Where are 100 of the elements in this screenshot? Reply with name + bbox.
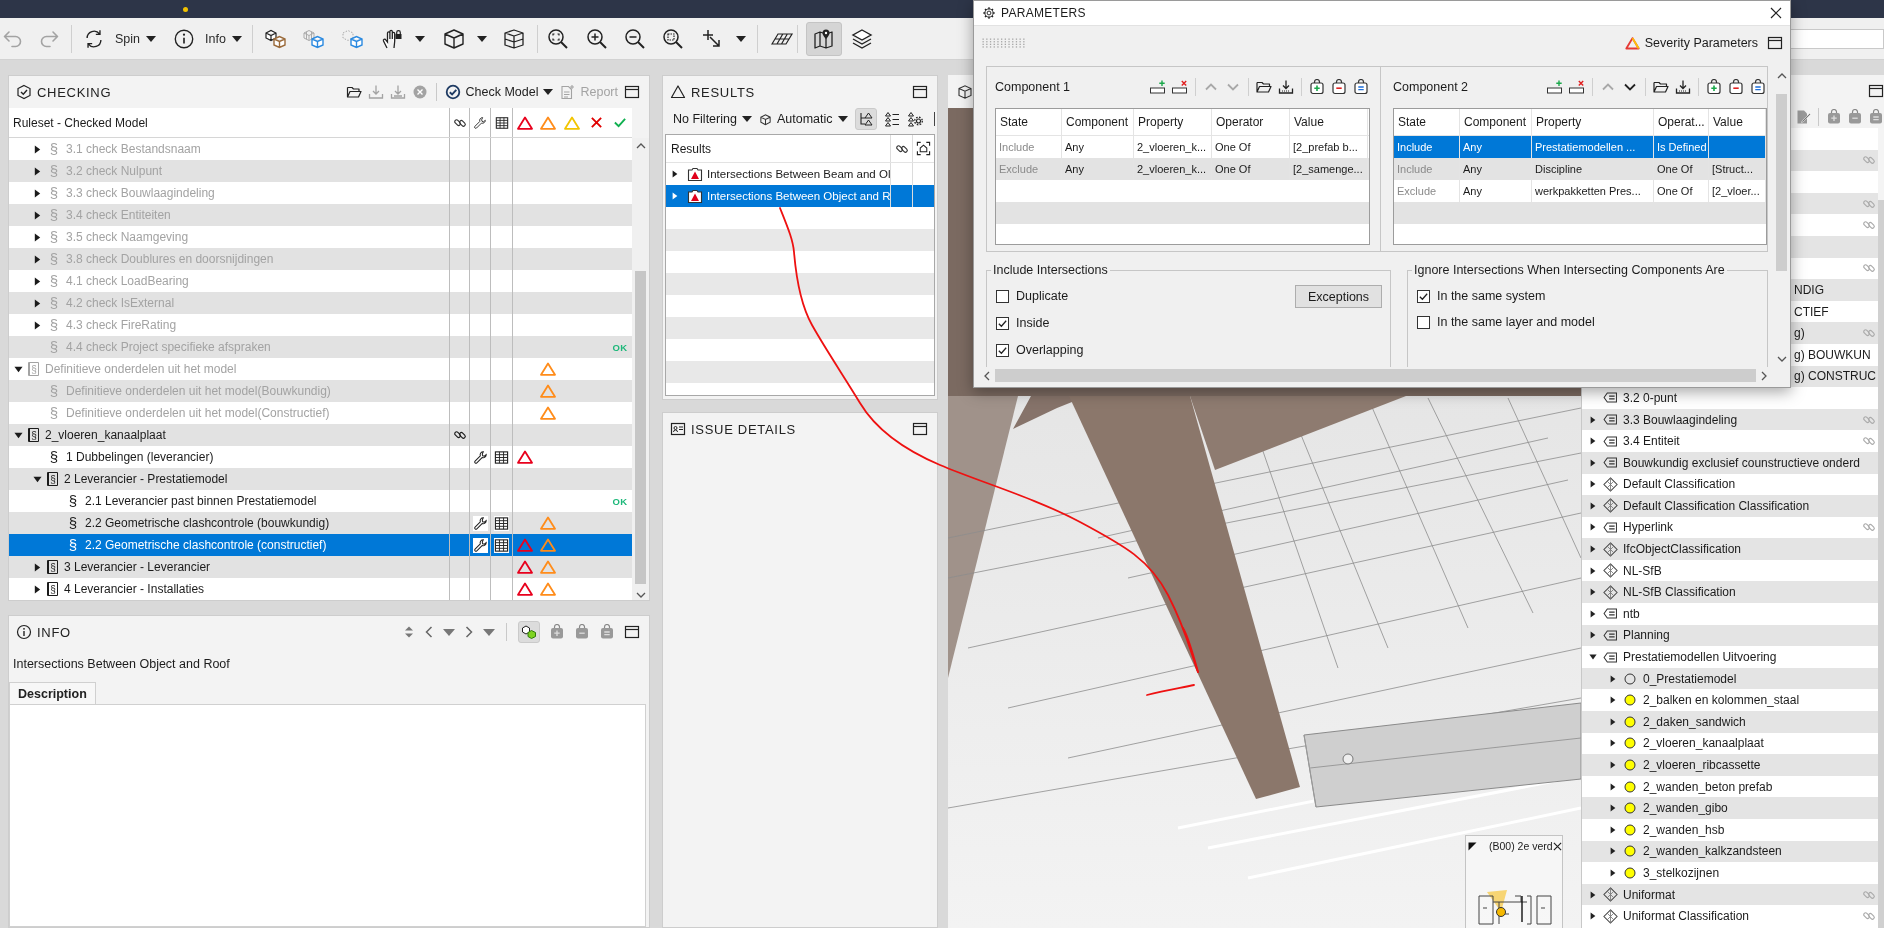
- tree-row[interactable]: 2_daken_sandwich: [1582, 711, 1878, 733]
- maximize-icon[interactable]: [912, 421, 928, 437]
- tree-row[interactable]: NDIG: [1791, 279, 1878, 301]
- severity-parameters-button[interactable]: Severity Parameters: [1624, 35, 1758, 50]
- tree-row[interactable]: 2_vloeren_ribcassette: [1582, 754, 1878, 776]
- chevron-right-icon[interactable]: [464, 625, 474, 639]
- floor-plan-drawing[interactable]: [1475, 888, 1555, 928]
- zoom-window-icon[interactable]: [660, 26, 685, 51]
- close-icon[interactable]: [1552, 841, 1562, 851]
- tree-row[interactable]: § 2.2 Geometrische clashcontrole (bouwkundig): [9, 512, 632, 534]
- tree-view-button[interactable]: [854, 108, 877, 130]
- settings-icon[interactable]: [906, 111, 923, 127]
- layers-icon[interactable]: [849, 26, 874, 51]
- resize-corner-icon[interactable]: [1468, 841, 1477, 851]
- column-header[interactable]: Component: [1460, 109, 1532, 135]
- chevron-left-icon[interactable]: [424, 625, 434, 639]
- caret-right-icon[interactable]: [1589, 566, 1597, 575]
- dashed-cube-icon[interactable]: [340, 27, 365, 50]
- tree-row[interactable]: Default Classification Classification: [1582, 495, 1878, 517]
- column-header[interactable]: Property: [1532, 109, 1654, 135]
- spin-button[interactable]: Spin: [83, 27, 157, 50]
- filter-dropdown[interactable]: No Filtering: [673, 112, 752, 126]
- checkbox-label[interactable]: In the same layer and model: [1437, 315, 1595, 329]
- tab[interactable]: Description: [9, 682, 96, 704]
- add-row-icon[interactable]: [1546, 79, 1564, 95]
- chevron-up-icon[interactable]: [1776, 73, 1787, 79]
- caret-right-icon[interactable]: [1609, 739, 1617, 748]
- caret-down-icon[interactable]: [1589, 653, 1597, 662]
- caret-right-icon[interactable]: [1609, 847, 1617, 856]
- maximize-icon[interactable]: [624, 624, 640, 640]
- caret-right-icon[interactable]: [1609, 717, 1617, 726]
- checkbox-label[interactable]: Inside: [1016, 316, 1050, 330]
- caret-down-icon[interactable]: [13, 364, 23, 374]
- caret-right-icon[interactable]: [1589, 458, 1597, 467]
- caret-right-icon[interactable]: [1609, 804, 1617, 813]
- folder-icon[interactable]: [1652, 79, 1670, 95]
- info-button[interactable]: Info: [173, 27, 242, 50]
- column-header[interactable]: Operat...: [1654, 109, 1709, 135]
- view-cube-button[interactable]: [441, 26, 487, 51]
- bag-plus-icon[interactable]: [1705, 79, 1723, 95]
- tree-row[interactable]: 2_wanden_kalkzandsteen: [1582, 840, 1878, 863]
- caret-right-icon[interactable]: [1589, 609, 1597, 618]
- minimap-panel[interactable]: (B00) 2e verd: [1465, 835, 1563, 928]
- map-view-button[interactable]: [805, 21, 842, 56]
- download-icon[interactable]: [1674, 79, 1692, 95]
- caret-right-icon[interactable]: [32, 562, 42, 572]
- maximize-icon[interactable]: [624, 84, 640, 100]
- caret-right-icon[interactable]: [1609, 674, 1617, 683]
- caret-right-icon[interactable]: [32, 166, 42, 176]
- scrollbar-thumb[interactable]: [1776, 94, 1787, 271]
- tree-row[interactable]: 0_Prestatiemodel: [1582, 667, 1878, 690]
- checkbox[interactable]: [996, 289, 1009, 303]
- tree-row[interactable]: § 2.2 Geometrische clashcontrole (constructief): [9, 534, 632, 556]
- tree-row[interactable]: IfcObjectClassification: [1582, 538, 1878, 560]
- table-row[interactable]: Include Any Prestatiemodellen ... Is Defined: [1394, 136, 1766, 158]
- table-icon[interactable]: [494, 515, 509, 531]
- tree-row[interactable]: Uniformat: [1582, 883, 1878, 906]
- tree-row[interactable]: § 2_vloeren_kanaalplaat: [9, 424, 632, 446]
- caret-down-icon[interactable]: [13, 430, 23, 440]
- checkbox-label[interactable]: Overlapping: [1016, 343, 1084, 357]
- column-header[interactable]: Operator: [1212, 109, 1290, 135]
- add-row-icon[interactable]: [1149, 79, 1167, 95]
- bag-equals-icon[interactable]: [1352, 79, 1370, 95]
- table-icon[interactable]: [494, 537, 509, 553]
- caret-right-icon[interactable]: [32, 232, 42, 242]
- column-header[interactable]: Component: [1062, 109, 1134, 135]
- zoom-in-icon[interactable]: [584, 26, 609, 51]
- column-header[interactable]: State: [1394, 109, 1460, 135]
- table-row[interactable]: Exclude Any 2_vloeren_k... One Of [2_samenge...: [996, 158, 1369, 180]
- zoom-fit-icon[interactable]: [545, 26, 570, 51]
- tree-row[interactable]: g): [1791, 322, 1878, 344]
- table-row[interactable]: Include Any Discipline One Of [Struct...: [1394, 158, 1766, 180]
- maximize-icon[interactable]: [1767, 34, 1783, 51]
- chevron-down-icon[interactable]: [1776, 356, 1787, 362]
- tree-row[interactable]: Planning: [1582, 624, 1878, 647]
- tree-row[interactable]: § 2 Leverancier - Prestatiemodel: [9, 468, 632, 490]
- table-row[interactable]: Exclude Any werkpakketten Pres... One Of [2_vloer...: [1394, 180, 1766, 202]
- caret-right-icon[interactable]: [1589, 480, 1597, 489]
- caret-right-icon[interactable]: [1589, 545, 1597, 554]
- caret-right-icon[interactable]: [1589, 437, 1597, 446]
- caret-right-icon[interactable]: [1589, 415, 1597, 424]
- tree-row[interactable]: § 3 Leverancier - Leverancier: [9, 556, 632, 578]
- chevron-up-icon[interactable]: [635, 143, 646, 149]
- caret-right-icon[interactable]: [1609, 825, 1617, 834]
- caret-right-icon[interactable]: [1589, 501, 1597, 510]
- caret-right-icon[interactable]: [1589, 588, 1597, 597]
- caret-right-icon[interactable]: [32, 298, 42, 308]
- scrollbar-thumb[interactable]: [635, 271, 646, 584]
- section-box-icon[interactable]: [501, 26, 526, 51]
- tree-row[interactable]: § 1 Dubbelingen (leverancier): [9, 446, 632, 468]
- bag-plus-icon[interactable]: [1308, 79, 1326, 95]
- mode-dropdown[interactable]: Automatic: [758, 112, 848, 126]
- remove-row-icon[interactable]: [1568, 79, 1586, 95]
- wrench-icon[interactable]: [472, 537, 488, 553]
- tree-row[interactable]: § 2.1 Leverancier past binnen Prestatiemodel OK: [9, 490, 632, 512]
- sort-arrows-icon[interactable]: [403, 624, 415, 640]
- caret-down-icon[interactable]: [32, 474, 42, 484]
- close-icon[interactable]: [1770, 7, 1782, 19]
- wrench-icon[interactable]: [472, 515, 488, 531]
- checkbox-label[interactable]: Duplicate: [1016, 289, 1069, 303]
